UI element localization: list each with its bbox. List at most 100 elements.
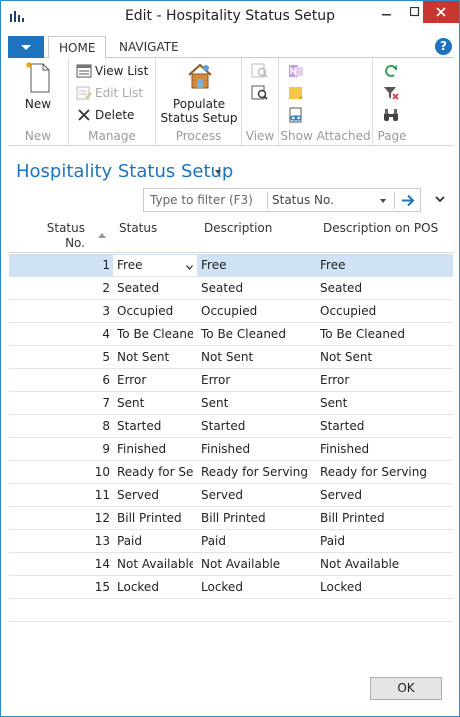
cell-description-on-pos[interactable]: Locked [320,580,450,594]
table-row[interactable]: 11 Served Served Served [9,484,453,507]
group-label-process: Process [175,129,222,143]
table-row[interactable]: 14 Not Available Not Available Not Avail… [9,553,453,576]
cell-status[interactable]: Locked [117,580,193,594]
cell-description-on-pos[interactable]: Paid [320,534,450,548]
arrow-right-icon[interactable] [398,192,418,209]
column-header-description[interactable]: Description [204,221,272,236]
filter-field-select[interactable]: Status No. [272,193,334,207]
help-icon[interactable]: ? [435,38,452,55]
cell-description[interactable]: Started [201,419,313,433]
tab-home[interactable]: HOME [48,36,107,59]
cell-description-on-pos[interactable]: Sent [320,396,450,410]
cell-status[interactable]: Not Sent [117,350,193,364]
chevron-down-icon[interactable] [380,199,386,203]
column-header-status[interactable]: Status [119,221,157,236]
onenote-button[interactable] [287,61,308,81]
cell-status[interactable]: Occupied [117,304,193,318]
cell-description-on-pos[interactable]: Finished [320,442,450,456]
cell-description-on-pos[interactable]: Error [320,373,450,387]
new-button[interactable]: New [16,60,60,111]
cell-description-on-pos[interactable]: Bill Printed [320,511,450,525]
table-row[interactable]: 12 Bill Printed Bill Printed Bill Printe… [9,507,453,530]
cell-description-on-pos[interactable]: Started [320,419,450,433]
cell-description[interactable]: Error [201,373,313,387]
view-button[interactable] [251,61,272,81]
ok-button[interactable]: OK [370,677,442,700]
cell-description-on-pos[interactable]: Served [320,488,450,502]
ribbon-group-page: Page [373,58,411,146]
close-button[interactable] [423,1,459,23]
view-list-button[interactable]: View List [76,61,148,81]
cell-description[interactable]: Served [201,488,313,502]
cell-description[interactable]: Paid [201,534,313,548]
cell-status[interactable]: Seated [117,281,193,295]
cell-status[interactable]: Error [117,373,193,387]
cell-description-on-pos[interactable]: To Be Cleaned [320,327,450,341]
page-title[interactable]: Hospitality Status Setup [16,161,233,182]
table-row-empty[interactable] [9,599,453,622]
cell-description[interactable]: Free [201,258,313,272]
table-row[interactable]: 2 Seated Seated Seated [9,277,453,300]
cell-description[interactable]: Not Available [201,557,313,571]
cell-status[interactable]: Started [117,419,193,433]
edit-list-button[interactable]: Edit List [76,83,143,103]
clear-filter-button[interactable] [382,83,403,103]
column-header-status-no[interactable]: Status No. [9,221,85,251]
cell-status[interactable]: Bill Printed [117,511,193,525]
cell-status[interactable]: Free [117,258,183,272]
links-button[interactable] [287,105,308,125]
table-row[interactable]: 13 Paid Paid Paid [9,530,453,553]
cell-description[interactable]: Seated [201,281,313,295]
table-row[interactable]: 9 Finished Finished Finished [9,438,453,461]
group-label-view: View [245,129,275,143]
cell-status[interactable]: Not Available [117,557,193,571]
cell-description[interactable]: Ready for Serving [201,465,313,479]
delete-button[interactable]: Delete [76,105,134,125]
cell-description[interactable]: Sent [201,396,313,410]
chevron-down-icon[interactable] [434,194,446,204]
application-menu-button[interactable] [8,36,44,58]
table-row[interactable]: 8 Started Started Started [9,415,453,438]
cell-description[interactable]: Locked [201,580,313,594]
cell-description[interactable]: Not Sent [201,350,313,364]
table-row[interactable]: 4 To Be Cleaned To Be Cleaned To Be Clea… [9,323,453,346]
cell-description-on-pos[interactable]: Seated [320,281,450,295]
cell-status[interactable]: To Be Cleaned [117,327,193,341]
table-row[interactable]: 3 Occupied Occupied Occupied [9,300,453,323]
cell-description-on-pos[interactable]: Free [320,258,450,272]
table-row[interactable]: 7 Sent Sent Sent [9,392,453,415]
table-row[interactable]: 6 Error Error Error [9,369,453,392]
column-header-description-on-pos[interactable]: Description on POS [323,221,438,236]
ribbon: New New View List Edit List Delete Manag… [8,58,454,146]
cell-description[interactable]: Finished [201,442,313,456]
cell-description-on-pos[interactable]: Not Available [320,557,450,571]
cell-description-on-pos[interactable]: Ready for Serving [320,465,450,479]
cell-status-no: 2 [102,281,110,295]
cell-status-no: 14 [94,557,110,571]
table-row[interactable]: 5 Not Sent Not Sent Not Sent [9,346,453,369]
filter-input[interactable]: Type to filter (F3) [150,193,253,207]
find-button[interactable] [251,83,272,103]
tab-navigate[interactable]: NAVIGATE [109,36,189,59]
table-row[interactable]: 1 Free Free Free [9,254,453,277]
cell-status[interactable]: Finished [117,442,193,456]
minimize-button[interactable] [373,1,401,23]
notes-button[interactable] [287,83,308,103]
cell-status[interactable]: Served [117,488,193,502]
refresh-button[interactable] [382,61,403,81]
chevron-down-icon[interactable] [186,265,193,270]
chevron-down-icon[interactable] [215,170,221,174]
cell-status[interactable]: Paid [117,534,193,548]
cell-description[interactable]: Bill Printed [201,511,313,525]
table-row[interactable]: 10 Ready for Se... Ready for Serving Rea… [9,461,453,484]
cell-description[interactable]: Occupied [201,304,313,318]
find-binoculars-button[interactable] [382,105,403,125]
cell-description[interactable]: To Be Cleaned [201,327,313,341]
cell-status[interactable]: Ready for Se... [117,465,193,479]
cell-status[interactable]: Sent [117,396,193,410]
populate-status-setup-button[interactable]: Populate Status Setup [160,60,238,125]
cell-description-on-pos[interactable]: Not Sent [320,350,450,364]
table-row[interactable]: 15 Locked Locked Locked [9,576,453,599]
notes-icon [289,87,302,99]
cell-description-on-pos[interactable]: Occupied [320,304,450,318]
